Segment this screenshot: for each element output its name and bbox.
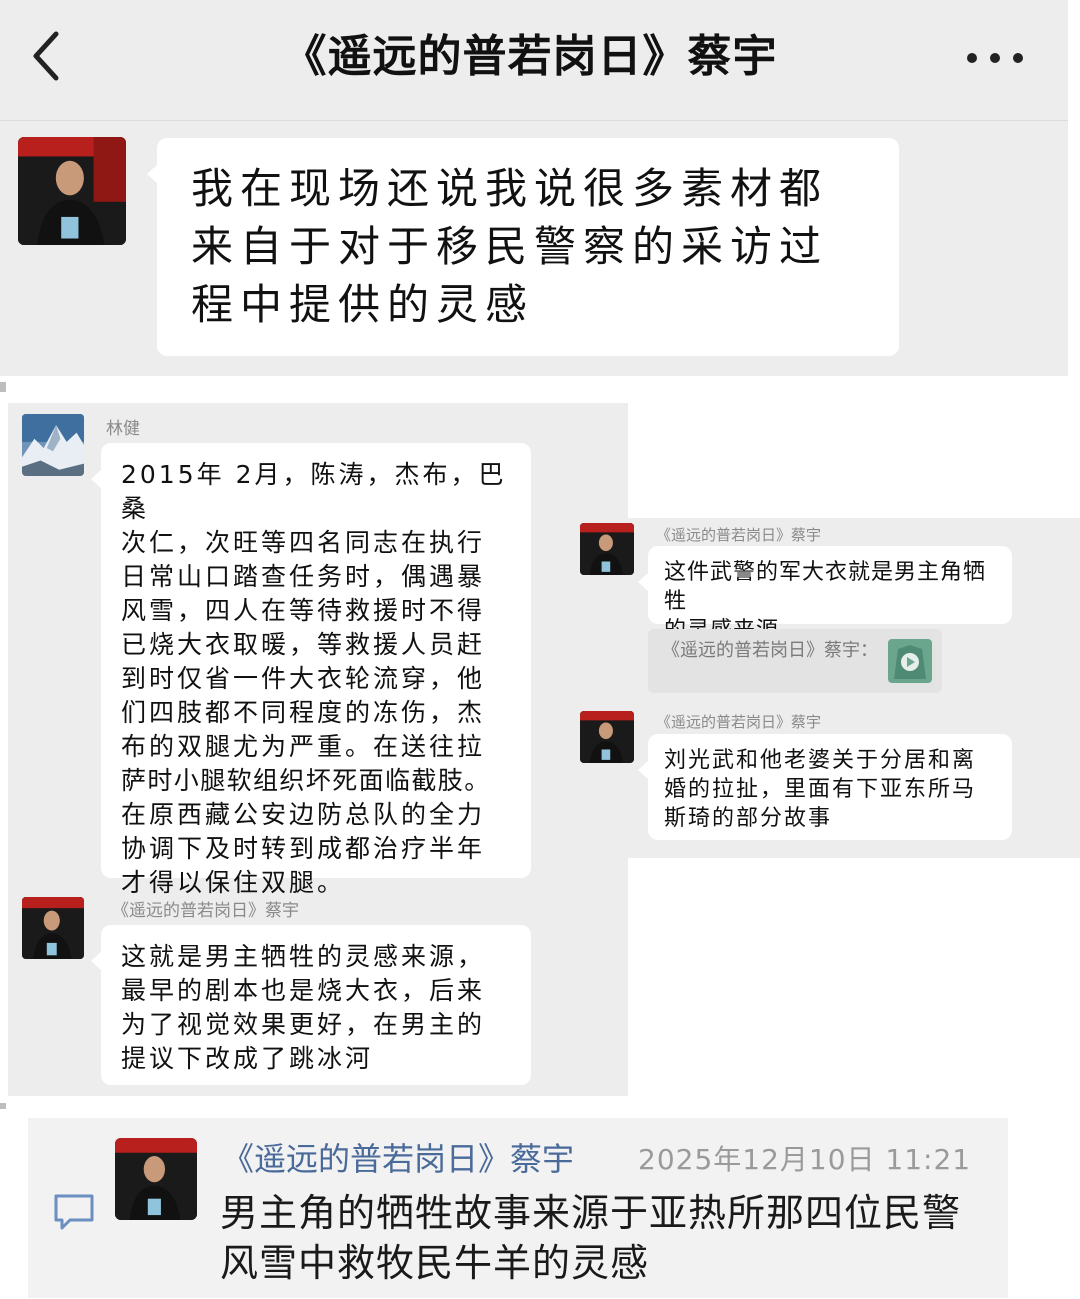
message-line: 为了视觉效果更好，在男主的 <box>121 1010 486 1039</box>
avatar[interactable] <box>18 137 126 245</box>
message-line: 到时仅省一件大衣轮流穿，他 <box>121 664 486 693</box>
message-line: 布的双腿尤为严重。在送往拉 <box>121 732 486 761</box>
avatar[interactable] <box>22 414 84 476</box>
message-bubble[interactable]: 2015年 2月，陈涛，杰布，巴桑 次仁，次旺等四名同志在执行 日常山口踏查任务… <box>91 443 531 897</box>
message-line: 才得以保住双腿。 <box>121 868 346 897</box>
sender-name: 《遥远的普若岗日》蔡宇 <box>656 526 822 544</box>
chevron-left-icon[interactable] <box>28 28 68 84</box>
message-line: 来自于对于移民警察的采访过 <box>191 222 829 271</box>
message-line: 已烧大衣取暖，等救援人员赶 <box>121 630 486 659</box>
message-line: 们四肢都不同程度的冻伤，杰 <box>121 698 486 727</box>
comment-line: 男主角的牺牲故事来源于亚热所那四位民警 <box>220 1191 962 1235</box>
message-bubble[interactable]: 这就是男主牺牲的灵感来源， 最早的剧本也是烧大衣，后来 为了视觉效果更好，在男主… <box>91 925 531 1085</box>
message-line: 斯琦的部分故事 <box>664 806 833 831</box>
more-dots-icon[interactable] <box>960 40 1030 76</box>
message-bubble[interactable]: 我在现场还说我说很多素材都 来自于对于移民警察的采访过 程中提供的灵感 <box>147 138 899 356</box>
message-line: 最早的剧本也是烧大衣，后来 <box>121 976 486 1005</box>
sender-name: 林健 <box>106 419 140 439</box>
message-line: 这就是男主牺牲的灵感来源， <box>121 942 486 971</box>
message-line: 刘光武和他老婆关于分居和离 <box>664 748 977 773</box>
sender-name: 《遥远的普若岗日》蔡宇 <box>656 713 822 731</box>
comment-time: 2025年12月10日 11:21 <box>638 1143 972 1176</box>
chat-title: 《遥远的普若岗日》蔡宇 <box>282 31 778 82</box>
message-line: 这件武警的军大衣就是男主角牺牲 <box>664 560 987 614</box>
message-line: 婚的拉扯，里面有下亚东所马 <box>664 777 977 802</box>
message-line: 次仁，次旺等四名同志在执行 <box>121 528 486 557</box>
comment-bubble-icon[interactable] <box>52 1192 96 1232</box>
avatar[interactable] <box>22 897 84 959</box>
message-line: 风雪，四人在等待救援时不得 <box>121 596 486 625</box>
comment-author[interactable]: 《遥远的普若岗日》蔡宇 <box>222 1134 574 1180</box>
message-line: 萨时小腿软组织坏死面临截肢。 <box>121 766 491 795</box>
message-line: 程中提供的灵感 <box>191 280 535 329</box>
message-line: 2015年 2月，陈涛，杰布，巴桑 <box>121 460 507 523</box>
quoted-message[interactable]: 《遥远的普若岗日》蔡宇： <box>648 629 942 693</box>
message-bubble[interactable]: 这件武警的军大衣就是男主角牺牲 的灵感来源 <box>638 546 1012 643</box>
comment-text: 男主角的牺牲故事来源于亚热所那四位民警 风雪中救牧民牛羊的灵感 <box>220 1188 990 1288</box>
chat-topbar: 《遥远的普若岗日》蔡宇 <box>0 0 1068 120</box>
avatar[interactable] <box>115 1138 197 1220</box>
message-line: 我在现场还说我说很多素材都 <box>191 164 829 213</box>
video-thumbnail[interactable] <box>888 639 932 683</box>
crop-edge <box>0 382 6 392</box>
header-divider <box>0 120 1068 121</box>
avatar[interactable] <box>580 523 634 575</box>
message-bubble[interactable]: 刘光武和他老婆关于分居和离 婚的拉扯，里面有下亚东所马 斯琦的部分故事 <box>638 734 1012 840</box>
message-line: 提议下改成了跳冰河 <box>121 1044 374 1073</box>
quote-label: 《遥远的普若岗日》蔡宇： <box>662 640 878 661</box>
message-line: 协调下及时转到成都治疗半年 <box>121 834 486 863</box>
avatar[interactable] <box>580 711 634 763</box>
message-line: 在原西藏公安边防总队的全力 <box>121 800 486 829</box>
message-line: 日常山口踏查任务时，偶遇暴 <box>121 562 486 591</box>
crop-edge <box>0 1103 6 1109</box>
comment-line: 风雪中救牧民牛羊的灵感 <box>220 1241 650 1285</box>
sender-name: 《遥远的普若岗日》蔡宇 <box>112 901 299 921</box>
